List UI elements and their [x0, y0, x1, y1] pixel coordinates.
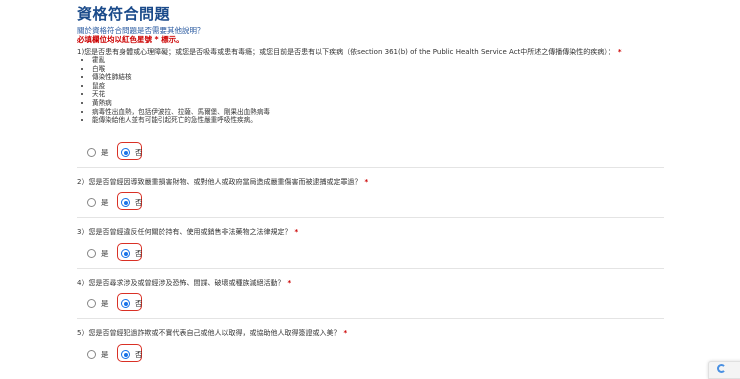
q4-yes-label: 是 — [101, 299, 109, 308]
q3-no-option[interactable]: 否 — [121, 248, 143, 259]
question-1-label: 1)您是否患有身體或心理障礙；或您是否吸毒或患有毒瘾；或您目前是否患有以下疾病（… — [77, 48, 615, 56]
disease-item: 鼠疫 — [92, 82, 270, 91]
disease-item: 病毒性出血熱，包括伊波拉、拉薩、馬爾堡、剛果出血熱病毒 — [92, 108, 270, 117]
question-4-label: 4）您是否尋求涉及或曾經涉及恐怖、間諜、破壞或種族滅絕活動？ — [77, 279, 285, 287]
question-5-label: 5）您是否曾經犯過詐欺或不實代表自己或他人以取得，或協助他人取得簽證或入美？ — [77, 329, 341, 337]
question-divider — [77, 268, 664, 269]
q3-no-label: 否 — [135, 249, 143, 258]
q4-yes-option[interactable]: 是 — [87, 298, 109, 309]
required-asterisk: * — [294, 228, 299, 236]
q5-yes-label: 是 — [101, 350, 109, 359]
required-asterisk: * — [617, 48, 622, 56]
q5-yes-option[interactable]: 是 — [87, 349, 109, 360]
required-fields-note: 必填欄位均以紅色星號 * 標示。 — [77, 35, 184, 44]
q1-no-option[interactable]: 否 — [121, 147, 143, 158]
q4-yes-radio[interactable] — [87, 299, 96, 308]
page-title: 資格符合問題 — [77, 5, 171, 23]
q2-yes-option[interactable]: 是 — [87, 197, 109, 208]
question-divider — [77, 318, 664, 319]
disease-item: 霍亂 — [92, 56, 270, 65]
disease-list: 霍亂 白喉 傳染性肺結核 鼠疫 天花 黃熱病 病毒性出血熱，包括伊波拉、拉薩、馬… — [82, 56, 270, 125]
required-asterisk: * — [287, 279, 292, 287]
q2-no-radio[interactable] — [121, 198, 130, 207]
q3-no-radio[interactable] — [121, 249, 130, 258]
question-divider — [77, 167, 664, 168]
question-divider — [77, 217, 664, 218]
q5-no-option[interactable]: 否 — [121, 349, 143, 360]
q4-no-label: 否 — [135, 299, 143, 308]
question-4-text: 4）您是否尋求涉及或曾經涉及恐怖、間諜、破壞或種族滅絕活動？ * — [77, 278, 291, 288]
q2-yes-label: 是 — [101, 198, 109, 207]
required-asterisk: * — [343, 329, 348, 337]
q3-yes-radio[interactable] — [87, 249, 96, 258]
q3-yes-option[interactable]: 是 — [87, 248, 109, 259]
recaptcha-badge[interactable] — [708, 361, 740, 379]
q2-no-option[interactable]: 否 — [121, 197, 143, 208]
q5-no-radio[interactable] — [121, 350, 130, 359]
required-asterisk: * — [364, 178, 369, 186]
q2-no-label: 否 — [135, 198, 143, 207]
q1-no-label: 否 — [135, 148, 143, 157]
question-2-text: 2）您是否曾經因導致嚴重損害財物、或對他人或政府當局造成嚴重傷害而被逮捕或定罪過… — [77, 177, 368, 187]
disease-item: 天花 — [92, 90, 270, 99]
q4-no-option[interactable]: 否 — [121, 298, 143, 309]
q3-yes-label: 是 — [101, 249, 109, 258]
question-3-text: 3）您是否曾經違反任何關於持有、使用或銷售非法藥物之法律規定？ * — [77, 227, 298, 237]
disease-item: 傳染性肺結核 — [92, 73, 270, 82]
q5-no-label: 否 — [135, 350, 143, 359]
q5-yes-radio[interactable] — [87, 350, 96, 359]
q4-no-radio[interactable] — [121, 299, 130, 308]
question-2-label: 2）您是否曾經因導致嚴重損害財物、或對他人或政府當局造成嚴重傷害而被逮捕或定罪過… — [77, 178, 362, 186]
q2-yes-radio[interactable] — [87, 198, 96, 207]
disease-item: 黃熱病 — [92, 99, 270, 108]
recaptcha-badge-icon — [717, 364, 726, 373]
disease-item: 能傳染給他人並有可能引起死亡的急性嚴重呼吸性疾病。 — [92, 116, 270, 125]
q1-yes-radio[interactable] — [87, 148, 96, 157]
q1-yes-option[interactable]: 是 — [87, 147, 109, 158]
q1-no-radio[interactable] — [121, 148, 130, 157]
disease-item: 白喉 — [92, 65, 270, 74]
question-3-label: 3）您是否曾經違反任何關於持有、使用或銷售非法藥物之法律規定？ — [77, 228, 292, 236]
question-5-text: 5）您是否曾經犯過詐欺或不實代表自己或他人以取得，或協助他人取得簽證或入美？ * — [77, 328, 347, 338]
q1-yes-label: 是 — [101, 148, 109, 157]
